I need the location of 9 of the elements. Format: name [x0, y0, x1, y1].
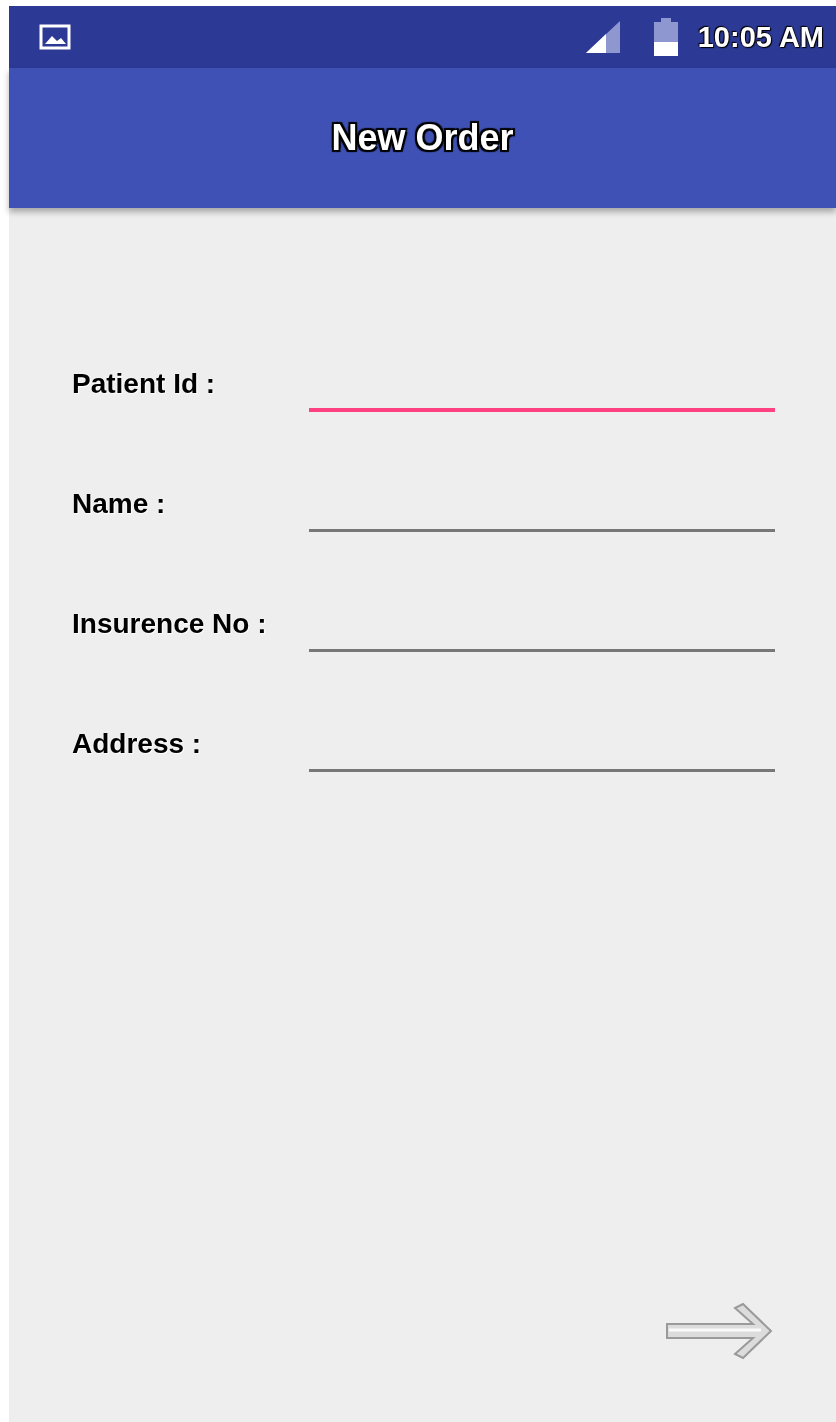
next-arrow-icon[interactable]	[665, 1300, 775, 1362]
field-label: Name :	[72, 487, 167, 520]
battery-icon	[653, 18, 678, 56]
field-label: Patient Id :	[72, 367, 217, 400]
status-time: 10:05 AM	[697, 20, 824, 54]
field-label: Address :	[72, 727, 203, 760]
image-icon	[39, 24, 71, 50]
field-label: Insurence No :	[72, 607, 268, 640]
screen-title: New Order	[331, 117, 514, 159]
